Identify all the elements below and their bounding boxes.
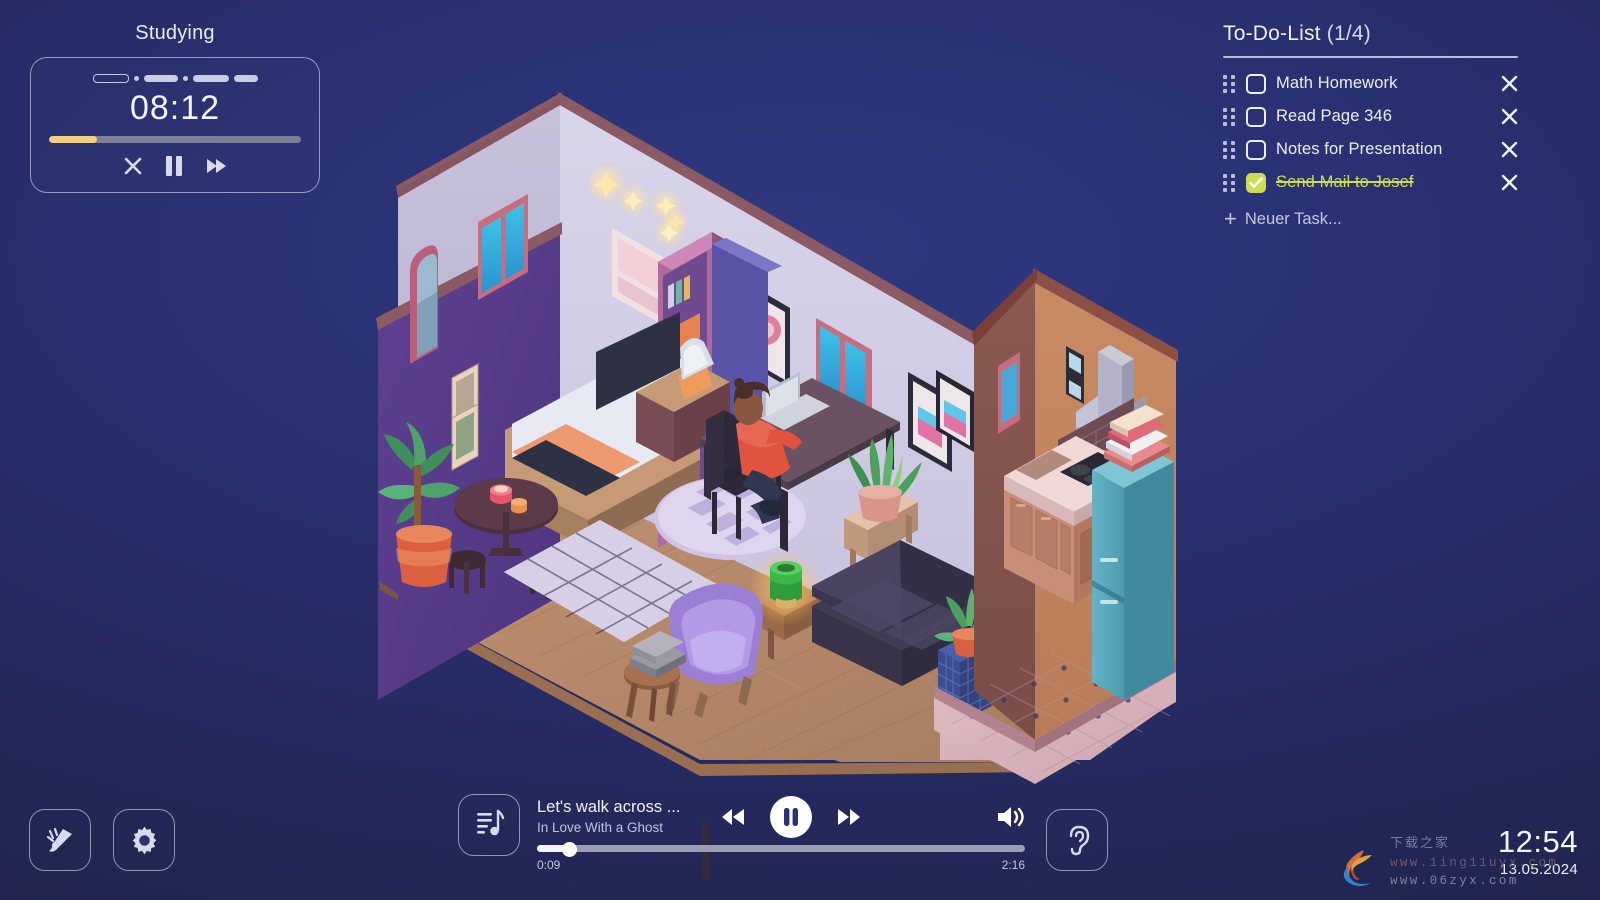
todo-item[interactable]: Read Page 346 xyxy=(1223,100,1518,133)
timer-close-button[interactable] xyxy=(122,155,144,177)
drag-handle-icon[interactable] xyxy=(1223,108,1236,126)
timer-controls xyxy=(49,154,301,178)
track-seek-bar[interactable] xyxy=(537,842,1025,857)
focus-timer-panel: Studying 08:12 xyxy=(30,22,320,194)
plus-icon: + xyxy=(1224,206,1237,231)
todo-item[interactable]: Notes for Presentation xyxy=(1223,133,1518,166)
volume-icon xyxy=(998,807,1024,827)
todo-items-container: Math Homework Read Page 346 Notes for Pres… xyxy=(1223,67,1518,199)
play-pause-button[interactable] xyxy=(769,795,813,839)
todo-checkbox[interactable] xyxy=(1246,106,1266,127)
drag-handle-icon[interactable] xyxy=(1223,141,1236,159)
session-segment xyxy=(143,74,178,82)
app-root: Studying 08:12 To-Do-List (1/4) Math Hom… xyxy=(0,0,1600,900)
todo-label: Send Mail to Josef xyxy=(1276,173,1414,191)
timer-card: 08:12 xyxy=(30,57,320,194)
watermark-logo-icon xyxy=(1343,850,1372,886)
drag-handle-icon[interactable] xyxy=(1223,75,1236,93)
todo-checkbox[interactable] xyxy=(1246,73,1266,94)
paintbrush-icon xyxy=(46,827,72,852)
next-track-button[interactable] xyxy=(835,805,863,829)
pause-icon xyxy=(770,796,812,838)
todo-delete-button[interactable] xyxy=(1498,140,1520,159)
close-icon xyxy=(1501,75,1517,92)
seek-track xyxy=(537,845,1025,852)
track-duration: 2:16 xyxy=(1001,858,1025,872)
session-segment-current xyxy=(92,73,129,83)
timer-session-label: Studying xyxy=(135,22,215,44)
clock-time: 12:54 xyxy=(1497,824,1578,860)
todo-divider xyxy=(1223,56,1518,58)
player-main: Let's walk across ... In Love With a Gho… xyxy=(537,794,1025,872)
previous-icon xyxy=(722,809,744,825)
seek-knob[interactable] xyxy=(562,842,578,857)
drag-handle-icon[interactable] xyxy=(1223,174,1236,192)
volume-button[interactable] xyxy=(995,804,1025,830)
track-title: Let's walk across ... xyxy=(537,797,681,816)
next-icon xyxy=(838,809,860,825)
todo-list-title: To-Do-List (1/4) xyxy=(1223,22,1518,46)
track-times: 0:09 2:16 xyxy=(537,858,1025,872)
timer-skip-button[interactable] xyxy=(204,155,228,177)
close-icon xyxy=(1501,174,1517,191)
todo-add-task-button[interactable]: + Neuer Task... xyxy=(1223,208,1518,230)
track-info: Let's walk across ... In Love With a Gho… xyxy=(537,797,715,838)
track-elapsed: 0:09 xyxy=(537,858,561,872)
todo-label: Notes for Presentation xyxy=(1276,140,1443,158)
close-icon xyxy=(1501,141,1517,158)
settings-button[interactable] xyxy=(113,809,175,871)
ear-icon xyxy=(1069,825,1090,856)
session-segment xyxy=(192,74,229,82)
timer-pause-button[interactable] xyxy=(164,154,184,178)
track-artist: In Love With a Ghost xyxy=(537,820,664,836)
gear-icon xyxy=(132,826,156,854)
session-segment xyxy=(233,74,258,82)
ambient-sounds-button[interactable] xyxy=(1046,809,1108,871)
clock-date: 13.05.2024 xyxy=(1499,861,1578,878)
todo-item[interactable]: Math Homework xyxy=(1223,67,1518,100)
todo-title-text: To-Do-List xyxy=(1223,22,1321,45)
todo-item[interactable]: Send Mail to Josef xyxy=(1223,166,1518,199)
todo-delete-button[interactable] xyxy=(1498,173,1520,192)
check-icon xyxy=(1249,176,1263,188)
session-dot xyxy=(182,75,188,81)
session-dot xyxy=(133,75,139,81)
todo-checkbox[interactable] xyxy=(1246,139,1266,160)
timer-progress-fill xyxy=(49,136,97,144)
previous-track-button[interactable] xyxy=(719,805,747,829)
pomodoro-session-indicator xyxy=(49,70,301,86)
todo-delete-button[interactable] xyxy=(1498,107,1520,126)
todo-delete-button[interactable] xyxy=(1498,74,1520,93)
todo-label: Math Homework xyxy=(1276,74,1398,92)
close-icon xyxy=(1501,108,1517,125)
todo-checkbox[interactable] xyxy=(1246,172,1266,193)
todo-count: (1/4) xyxy=(1326,22,1371,45)
playlist-button[interactable] xyxy=(458,794,520,856)
player-controls-row: Let's walk across ... In Love With a Gho… xyxy=(537,796,1025,838)
music-player: Let's walk across ... In Love With a Gho… xyxy=(458,794,1025,872)
todo-label: Read Page 346 xyxy=(1276,107,1392,125)
theme-button[interactable] xyxy=(29,809,91,871)
todo-add-task-label: Neuer Task... xyxy=(1244,209,1342,228)
todo-list-panel: To-Do-List (1/4) Math Homework Read Page … xyxy=(1223,22,1518,230)
clock-widget: 12:54 13.05.2024 xyxy=(1498,826,1578,878)
playlist-music-icon xyxy=(477,809,505,836)
timer-remaining-time: 08:12 xyxy=(129,89,221,127)
timer-progress-bar xyxy=(49,136,301,144)
